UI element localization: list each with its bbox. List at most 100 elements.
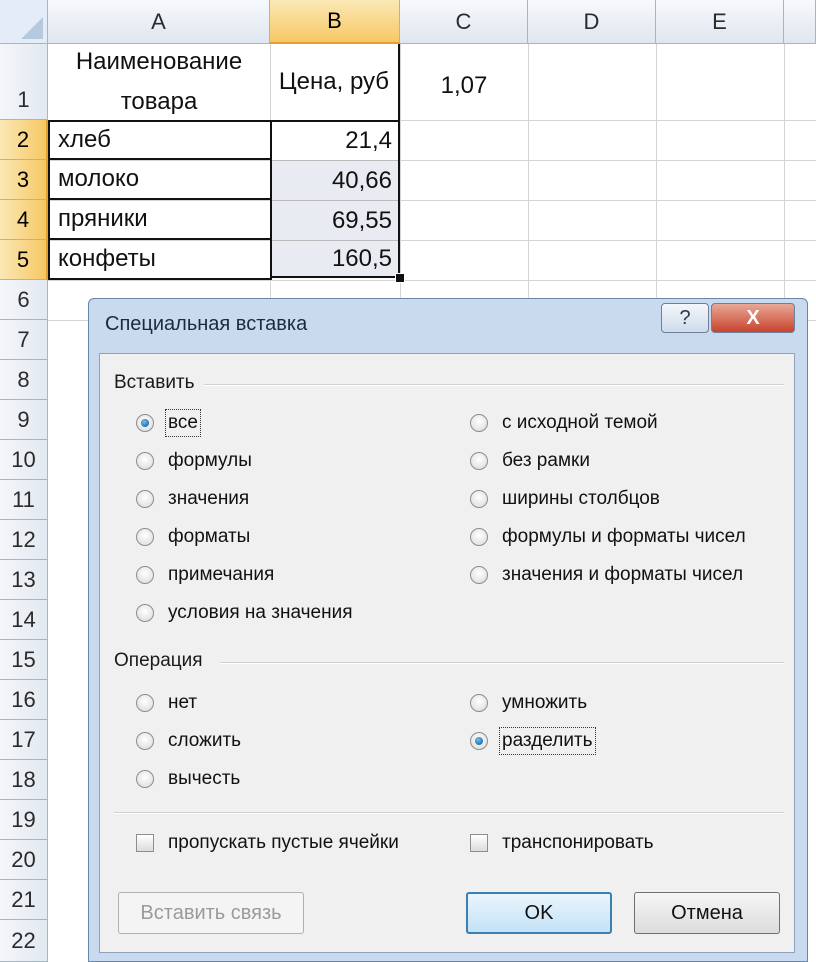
row-header-13[interactable]: 13 xyxy=(0,560,48,600)
cancel-button[interactable]: Отмена xyxy=(634,892,780,934)
cell-b4[interactable]: 69,55 xyxy=(272,200,398,240)
row-header-6[interactable]: 6 xyxy=(0,280,48,320)
radio-op-add[interactable]: сложить xyxy=(136,730,241,752)
cell-a5[interactable]: конфеты xyxy=(48,238,272,280)
cell-b5[interactable]: 160,5 xyxy=(272,240,398,276)
item-price: 160,5 xyxy=(331,244,392,272)
row-header-9[interactable]: 9 xyxy=(0,400,48,440)
cell-a1[interactable]: Наименование товара xyxy=(48,44,270,120)
radio-paste-formats[interactable]: форматы xyxy=(136,526,250,548)
cell-c1[interactable]: 1,07 xyxy=(400,44,528,120)
radio-paste-source-theme[interactable]: с исходной темой xyxy=(470,412,658,434)
radio-paste-formulas-number-formats[interactable]: формулы и форматы чисел xyxy=(470,526,746,548)
checkbox-skip-blanks[interactable]: пропускать пустые ячейки xyxy=(136,832,399,854)
cell-b1[interactable]: Цена, руб xyxy=(270,44,400,120)
item-name: молоко xyxy=(58,165,140,192)
radio-icon xyxy=(470,566,488,584)
radio-paste-column-widths[interactable]: ширины столбцов xyxy=(470,488,660,510)
radio-icon xyxy=(136,604,154,622)
radio-icon xyxy=(136,566,154,584)
radio-icon xyxy=(136,490,154,508)
row-header-3[interactable]: 3 xyxy=(0,160,48,200)
radio-paste-comments[interactable]: примечания xyxy=(136,564,274,586)
dialog-body: Вставить все формулы значения форматы пр… xyxy=(99,353,795,953)
item-name: хлеб xyxy=(58,126,111,153)
row-header-7[interactable]: 7 xyxy=(0,320,48,360)
radio-paste-no-borders[interactable]: без рамки xyxy=(470,450,590,472)
radio-selected-icon xyxy=(136,414,154,432)
radio-icon xyxy=(136,452,154,470)
row-header-5[interactable]: 5 xyxy=(0,240,48,280)
option-label: умножить xyxy=(502,692,588,713)
ok-button[interactable]: OK xyxy=(466,892,612,934)
radio-op-subtract[interactable]: вычесть xyxy=(136,768,240,790)
paste-group-label: Вставить xyxy=(114,372,195,393)
column-header-f[interactable] xyxy=(784,0,816,44)
radio-icon xyxy=(136,694,154,712)
radio-icon xyxy=(136,732,154,750)
cell-a3[interactable]: молоко xyxy=(48,158,272,200)
column-header-c[interactable]: C xyxy=(400,0,528,44)
radio-op-multiply[interactable]: умножить xyxy=(470,692,587,714)
row-header-12[interactable]: 12 xyxy=(0,520,48,560)
checkbox-icon xyxy=(470,834,488,852)
row-header-19[interactable]: 19 xyxy=(0,800,48,840)
radio-op-none[interactable]: нет xyxy=(136,692,197,714)
option-label: с исходной темой xyxy=(502,412,658,433)
radio-op-divide[interactable]: разделить xyxy=(470,727,596,755)
row-header-8[interactable]: 8 xyxy=(0,360,48,400)
radio-paste-values[interactable]: значения xyxy=(136,488,249,510)
row-header-4[interactable]: 4 xyxy=(0,200,48,240)
row-header-17[interactable]: 17 xyxy=(0,720,48,760)
column-header-a[interactable]: A xyxy=(48,0,270,44)
row-header-1[interactable]: 1 xyxy=(0,44,48,120)
option-label: формулы xyxy=(168,450,252,471)
close-icon: X xyxy=(746,306,760,329)
close-button[interactable]: X xyxy=(711,303,795,333)
row-header-22[interactable]: 22 xyxy=(0,920,48,962)
option-label: транспонировать xyxy=(502,832,654,853)
radio-paste-all[interactable]: все xyxy=(136,409,201,437)
row-header-10[interactable]: 10 xyxy=(0,440,48,480)
row-header-21[interactable]: 21 xyxy=(0,880,48,920)
radio-icon xyxy=(470,490,488,508)
help-button[interactable]: ? xyxy=(661,303,709,333)
row-header-20[interactable]: 20 xyxy=(0,840,48,880)
cell-b2[interactable]: 21,4 xyxy=(272,122,398,160)
radio-paste-validation[interactable]: условия на значения xyxy=(136,602,352,624)
cell-b3[interactable]: 40,66 xyxy=(272,160,398,200)
cell-a2[interactable]: хлеб xyxy=(48,120,272,160)
select-all-corner[interactable] xyxy=(0,0,48,44)
paste-special-dialog: Специальная вставка ? X Вставить все фор… xyxy=(88,298,808,962)
row-header-14[interactable]: 14 xyxy=(0,600,48,640)
checkbox-transpose[interactable]: транспонировать xyxy=(470,832,654,854)
help-icon: ? xyxy=(679,306,691,329)
option-label: значения и форматы чисел xyxy=(502,564,744,585)
option-label: разделить xyxy=(499,727,596,755)
row-header-16[interactable]: 16 xyxy=(0,680,48,720)
radio-paste-formulas[interactable]: формулы xyxy=(136,450,252,472)
radio-paste-values-number-formats[interactable]: значения и форматы чисел xyxy=(470,564,743,586)
option-label: нет xyxy=(168,692,198,713)
row-header-11[interactable]: 11 xyxy=(0,480,48,520)
column-header-e[interactable]: E xyxy=(656,0,784,44)
option-label: условия на значения xyxy=(168,602,353,623)
cell-a4[interactable]: пряники xyxy=(48,198,272,240)
header-price-text: Цена, руб xyxy=(278,68,390,95)
option-label: примечания xyxy=(168,564,275,585)
column-header-b[interactable]: B xyxy=(270,0,400,44)
button-label: Отмена xyxy=(671,901,743,924)
radio-selected-icon xyxy=(470,732,488,750)
radio-icon xyxy=(470,414,488,432)
radio-icon xyxy=(136,770,154,788)
row-header-18[interactable]: 18 xyxy=(0,760,48,800)
option-label: пропускать пустые ячейки xyxy=(168,832,399,853)
paste-link-button[interactable]: Вставить связь xyxy=(118,892,304,934)
item-price: 21,4 xyxy=(345,127,392,154)
option-label: форматы xyxy=(168,526,251,547)
column-header-d[interactable]: D xyxy=(528,0,656,44)
factor-value: 1,07 xyxy=(440,72,488,99)
row-header-2[interactable]: 2 xyxy=(0,120,48,160)
option-label: все xyxy=(165,409,201,437)
row-header-15[interactable]: 15 xyxy=(0,640,48,680)
